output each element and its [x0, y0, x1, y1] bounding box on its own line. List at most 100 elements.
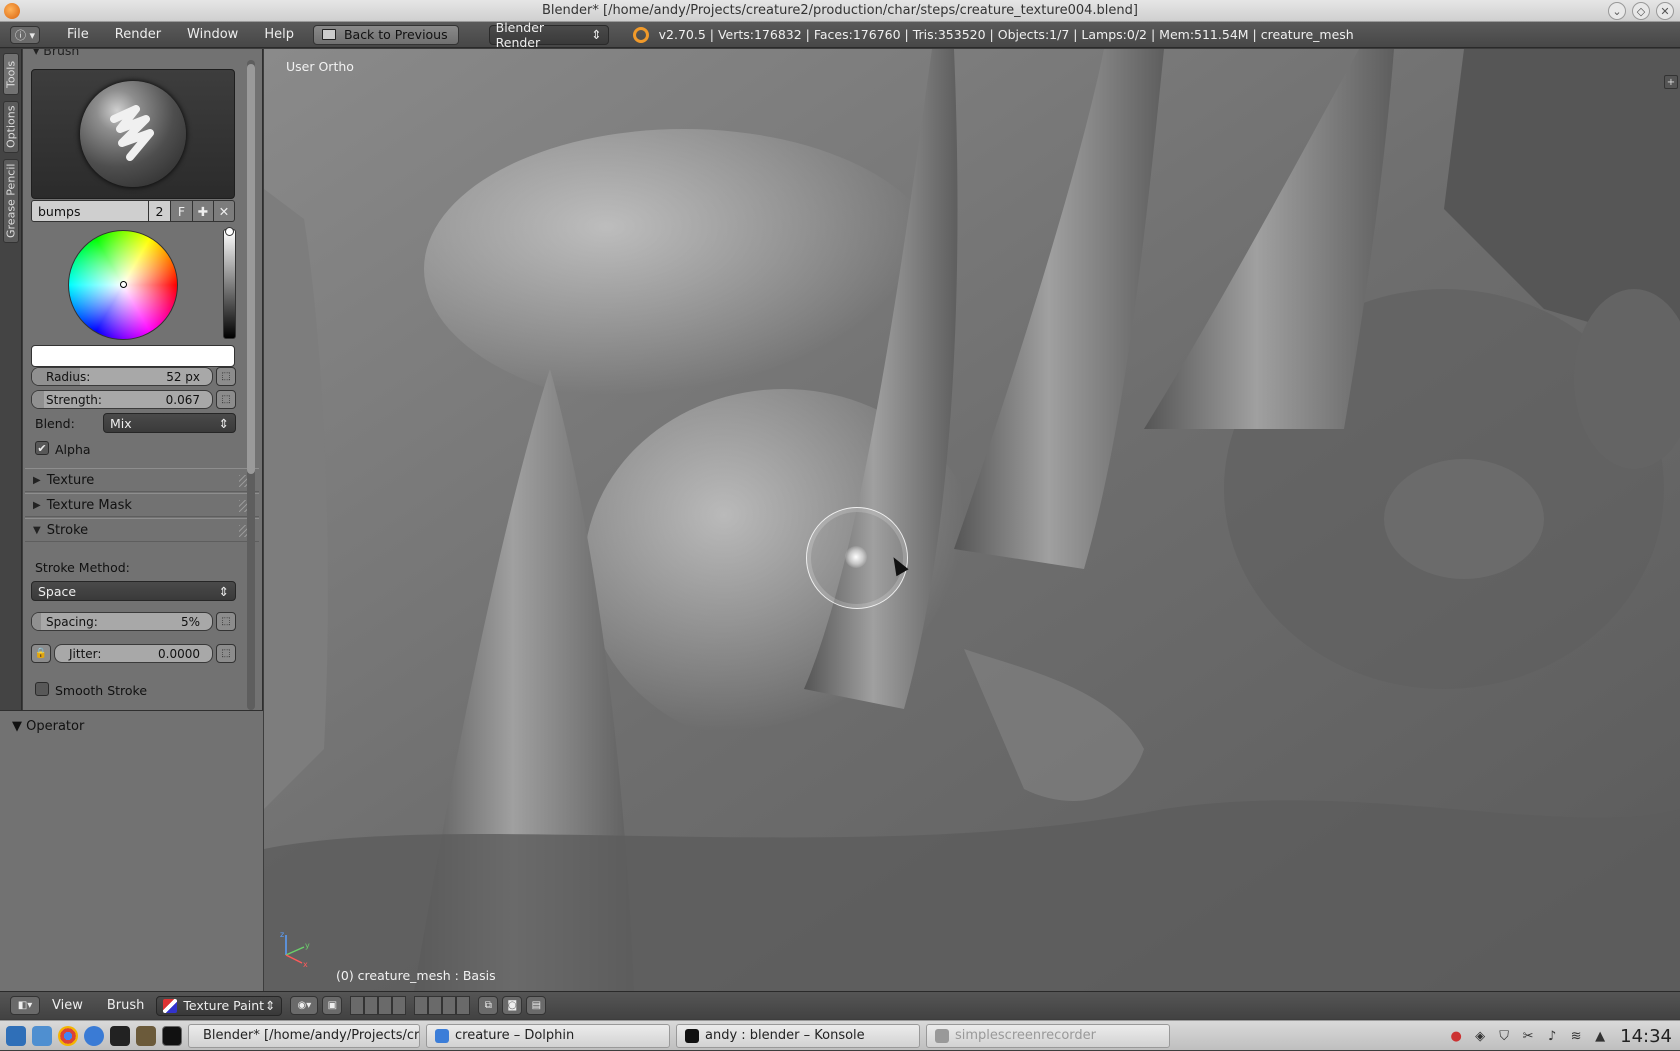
x-icon[interactable]: ✕	[214, 200, 235, 222]
layer-button[interactable]	[392, 996, 407, 1015]
thunderbird-icon[interactable]	[84, 1025, 104, 1046]
layer-button[interactable]	[442, 996, 457, 1015]
wifi-icon[interactable]: ≋	[1568, 1028, 1584, 1044]
shield-icon[interactable]: ⛉	[1496, 1028, 1512, 1044]
color-picker-handle[interactable]	[120, 281, 127, 288]
tray-expand-icon[interactable]: ▲	[1592, 1028, 1608, 1044]
tool-panel-scroll-thumb[interactable]	[247, 64, 255, 474]
maximize-icon[interactable]: ◇	[1632, 2, 1650, 20]
layer-button[interactable]	[456, 996, 471, 1015]
jitter-label: Jitter:	[69, 646, 102, 661]
recorder-tray-icon[interactable]: ●	[1448, 1028, 1464, 1044]
stats-text: v2.70.5 | Verts:176832 | Faces:176760 | …	[658, 27, 1354, 42]
app-launcher-icon[interactable]	[6, 1025, 26, 1046]
plus-icon[interactable]: ✚	[193, 200, 214, 222]
lock-camera-icon[interactable]: ⧉	[478, 996, 499, 1015]
smooth-stroke-label: Smooth Stroke	[55, 683, 148, 698]
creature-mesh-render	[264, 49, 1680, 991]
layer-button[interactable]	[378, 996, 393, 1015]
minimize-icon[interactable]: ⌄	[1608, 2, 1626, 20]
radius-pressure-icon[interactable]: ⬚	[216, 367, 236, 386]
render-icon[interactable]: ◙	[502, 996, 523, 1015]
blender-app-icon[interactable]	[4, 3, 20, 19]
brush-users-count[interactable]: 2	[149, 200, 171, 222]
mode-value: Texture Paint	[183, 998, 265, 1013]
spacing-slider[interactable]: Spacing: 5%	[31, 612, 213, 631]
task-konsole[interactable]: andy : blender – Konsole	[676, 1023, 920, 1048]
brush-preview-sphere	[80, 81, 186, 187]
blend-select[interactable]: Mix ⇕	[103, 413, 236, 433]
3d-viewport[interactable]: User Ortho + z y x (0) creature_mesh : B…	[264, 49, 1680, 991]
operator-header[interactable]: ▼ Operator	[12, 719, 84, 734]
scene-stats: v2.70.5 | Verts:176832 | Faces:176760 | …	[632, 26, 1354, 43]
fake-user-button[interactable]: F	[171, 200, 193, 222]
file-manager-icon[interactable]	[32, 1025, 52, 1046]
stroke-section-header[interactable]: ▼ Stroke	[25, 518, 259, 542]
layer-button[interactable]	[414, 996, 429, 1015]
volume-icon[interactable]: ♪	[1544, 1028, 1560, 1044]
value-slider[interactable]	[223, 229, 236, 339]
stroke-method-select[interactable]: Space ⇕	[31, 581, 236, 601]
menu-brush[interactable]: Brush	[95, 998, 157, 1013]
strength-slider[interactable]: Strength: 0.067	[31, 390, 213, 409]
inkscape-icon[interactable]	[110, 1025, 130, 1046]
smooth-stroke-checkbox[interactable]	[35, 682, 49, 696]
menu-window[interactable]: Window	[174, 27, 251, 42]
layer-buttons	[350, 996, 407, 1015]
task-blender[interactable]: Blender* [/home/andy/Projects/cre	[188, 1023, 420, 1048]
task-blender-label: Blender* [/home/andy/Projects/cre	[203, 1028, 420, 1043]
blend-label: Blend:	[35, 416, 75, 431]
jitter-pressure-icon[interactable]: ⬚	[216, 644, 236, 663]
jitter-slider[interactable]: Jitter: 0.0000	[54, 644, 213, 663]
properties-toggle-icon[interactable]: +	[1664, 75, 1678, 89]
radius-slider[interactable]: Radius: 52 px	[31, 367, 213, 386]
value-slider-handle[interactable]	[225, 227, 234, 236]
task-screenrecorder-label: simplescreenrecorder	[955, 1028, 1096, 1043]
spacing-pressure-icon[interactable]: ⬚	[216, 612, 236, 631]
spacing-value: 5%	[180, 614, 200, 629]
clock[interactable]: 14:34	[1620, 1026, 1672, 1047]
back-to-previous-button[interactable]: Back to Previous	[312, 24, 459, 45]
brush-name-field[interactable]: bumps	[31, 200, 149, 222]
editor-type-button[interactable]: ◧▾	[10, 996, 40, 1015]
alpha-checkbox[interactable]: ✔	[35, 441, 49, 455]
expanded-arrow-icon: ▼	[33, 524, 41, 536]
brush-preview[interactable]	[31, 69, 235, 199]
axis-gizmo-icon: z y x	[280, 930, 310, 969]
layer-button[interactable]	[364, 996, 379, 1015]
menu-render[interactable]: Render	[102, 27, 174, 42]
viewport-header: ◧▾ View Brush Texture Paint ⇕ ◉▾ ▣ ⧉ ◙ ▤	[0, 991, 1680, 1019]
layer-button[interactable]	[428, 996, 443, 1015]
menu-help[interactable]: Help	[251, 27, 307, 42]
layer-button[interactable]	[350, 996, 365, 1015]
scissors-icon[interactable]: ✂	[1520, 1028, 1536, 1044]
render-engine-value: Blender Render	[495, 19, 545, 50]
viewport-shading-icon[interactable]: ◉▾	[290, 996, 319, 1015]
updown-arrows-icon: ⇕	[218, 415, 229, 431]
texture-section-header[interactable]: ▶ Texture	[25, 468, 259, 492]
tab-grease-pencil[interactable]: Grease Pencil	[3, 159, 19, 243]
menu-file[interactable]: File	[54, 27, 102, 42]
brush-section-header[interactable]: ▾ Brush	[33, 49, 79, 58]
render-animation-icon[interactable]: ▤	[526, 996, 547, 1015]
close-icon[interactable]: ✕	[1656, 2, 1674, 20]
mode-select[interactable]: Texture Paint ⇕	[156, 995, 283, 1016]
dropbox-icon[interactable]: ◈	[1472, 1028, 1488, 1044]
tab-tools[interactable]: Tools	[3, 53, 19, 95]
strength-pressure-icon[interactable]: ⬚	[216, 390, 236, 409]
render-engine-select[interactable]: Blender Render ⇕	[488, 20, 609, 50]
editor-type-button[interactable]: ⓘ ▾	[10, 25, 40, 44]
face-mask-icon[interactable]: ▣	[322, 996, 343, 1015]
brush-color-swatch[interactable]	[31, 345, 235, 367]
task-dolphin[interactable]: creature – Dolphin	[426, 1023, 670, 1048]
tab-grease-pencil-label: Grease Pencil	[4, 163, 18, 239]
terminal-icon[interactable]	[162, 1025, 182, 1046]
lock-icon[interactable]: 🔒	[31, 644, 51, 663]
task-screenrecorder[interactable]: simplescreenrecorder	[926, 1023, 1170, 1048]
object-label: (0) creature_mesh : Basis	[336, 968, 496, 983]
tab-options[interactable]: Options	[3, 101, 19, 153]
chrome-icon[interactable]	[58, 1025, 78, 1046]
gimp-icon[interactable]	[136, 1025, 156, 1046]
texture-mask-section-header[interactable]: ▶ Texture Mask	[25, 493, 259, 517]
menu-view[interactable]: View	[40, 998, 95, 1013]
